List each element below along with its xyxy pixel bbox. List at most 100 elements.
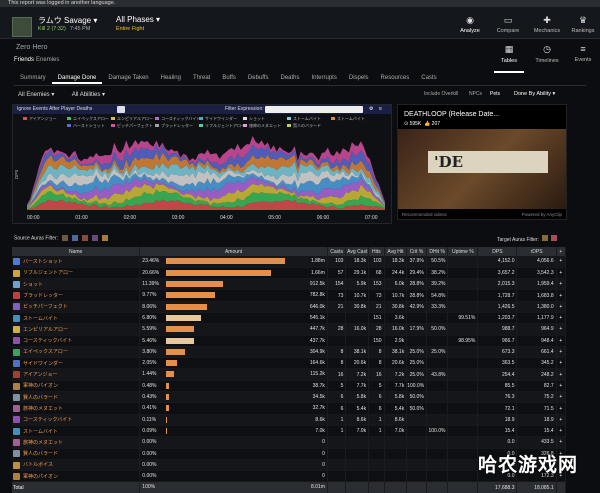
expand-plus[interactable]: +: [556, 335, 567, 347]
ability-name-cell[interactable]: ストームバイト: [12, 425, 141, 438]
table-row[interactable]: ショット 11.39% 912.5k 154 5.9k 153 6.0k 28.8% 39.2%…: [12, 278, 567, 291]
ability-name[interactable]: 旅神のメヌエット: [23, 440, 63, 446]
ability-name[interactable]: バーストショット: [23, 259, 63, 265]
ability-name[interactable]: ピッチパーフェクト: [23, 304, 68, 310]
ability-name-cell[interactable]: バトルボイス: [12, 459, 141, 472]
ability-name-cell[interactable]: エンピリアルアロー: [12, 323, 141, 336]
tab-3[interactable]: Healing: [155, 72, 187, 84]
phase-selector[interactable]: All Phases ▾: [116, 15, 160, 24]
ability-name[interactable]: アイアンジョー: [23, 372, 58, 378]
ability-name[interactable]: 軍神のパイオン: [23, 383, 58, 389]
ability-name-cell[interactable]: 旅神のメヌエット: [12, 436, 141, 449]
legend-item[interactable]: 旅神のメヌエット: [243, 123, 281, 129]
table-row[interactable]: バーストショット 23.46% 1.88m 103 18.3k 103 18.3k 37.9%…: [12, 256, 567, 268]
ability-name-cell[interactable]: 軍神のパイオン: [12, 380, 141, 393]
ability-name[interactable]: エンピリアルアロー: [23, 327, 68, 333]
ability-name[interactable]: ショット: [23, 282, 43, 288]
table-row[interactable]: コースティックバイト 0.11% 8.6k 1 8.6k 1 8.6k 18.9 18.9 +: [12, 414, 567, 426]
column-header[interactable]: Name: [12, 247, 141, 256]
ability-name-cell[interactable]: ピッチパーフェクト: [12, 301, 141, 313]
ability-name-cell[interactable]: コースティックバイト: [12, 414, 141, 426]
ability-name-cell[interactable]: 賢人のバラード: [12, 391, 141, 404]
expand-plus[interactable]: +: [556, 301, 567, 313]
tab-8[interactable]: Interrupts: [306, 72, 343, 84]
table-row[interactable]: 旅神のメヌエット 0.00% 0 0.0 433.5 +: [12, 436, 567, 449]
aura-icon[interactable]: [101, 235, 108, 241]
nav-mechanics[interactable]: ✚ Mechanics: [527, 15, 567, 34]
abilities-filter[interactable]: All Abilities ▾: [72, 92, 105, 98]
legend-item[interactable]: ショット: [243, 116, 265, 122]
tab-1[interactable]: Damage Done: [51, 72, 103, 84]
legend-item[interactable]: ストームバイト: [287, 116, 321, 122]
ability-name-cell[interactable]: サイドワインダー: [12, 357, 141, 370]
legend-item[interactable]: 賢人のバラード: [287, 123, 321, 129]
friends-tab[interactable]: Friends: [14, 57, 34, 63]
legend-item[interactable]: リフルジェントアロー: [199, 123, 245, 129]
source-auras-filter[interactable]: Source Auras Filter:: [14, 235, 108, 241]
ability-name-cell[interactable]: コースティックバイト: [12, 335, 141, 347]
column-header[interactable]: +: [556, 247, 567, 256]
column-header[interactable]: rDPS: [516, 247, 557, 256]
ability-name[interactable]: 軍神のパイオン: [23, 474, 58, 480]
ability-name[interactable]: サイドワインダー: [23, 361, 63, 367]
table-row[interactable]: ブラッドレッター 9.77% 782.8k 73 10.7k 73 10.7k 28.8% 54…: [12, 289, 567, 302]
tab-10[interactable]: Resources: [375, 72, 416, 84]
expand-plus[interactable]: +: [556, 312, 567, 325]
nav-compare[interactable]: ▭ Compare: [488, 15, 528, 34]
legend-item[interactable]: エンピリアルアロー: [111, 116, 153, 122]
legend-item[interactable]: バーストショット: [67, 123, 105, 129]
expand-plus[interactable]: +: [556, 414, 567, 426]
ability-name-cell[interactable]: ストームバイト: [12, 312, 141, 325]
aura-icon[interactable]: [550, 235, 557, 241]
view-timelines[interactable]: ◷ Timelines: [527, 44, 567, 64]
expand-plus[interactable]: +: [556, 380, 567, 393]
table-row[interactable]: サイドワインダー 2.05% 164.6k 8 20.6k 8 20.6k 25.0% 363.…: [12, 357, 567, 370]
ability-name-cell[interactable]: エイペックスアロー: [12, 346, 141, 359]
ability-name[interactable]: ストームバイト: [23, 429, 58, 435]
friends-enemies-toggle[interactable]: Friends Enemies: [14, 57, 59, 63]
tab-2[interactable]: Damage Taken: [102, 72, 154, 84]
nav-analyze[interactable]: ◉ Analyze: [450, 15, 490, 42]
column-header[interactable]: Avg Cast: [345, 247, 370, 256]
legend-item[interactable]: エイペックスアロー: [67, 116, 109, 122]
expand-plus[interactable]: +: [556, 289, 567, 302]
legend-item[interactable]: ピッチパーフェクト: [111, 123, 153, 129]
legend-item[interactable]: ブラッドレッター: [155, 123, 193, 129]
column-header[interactable]: DHit %: [426, 247, 449, 256]
gear-icon[interactable]: ⚙: [369, 105, 373, 114]
table-row[interactable]: ストームバイト 0.09% 7.0k 1 7.0k 1 7.0k 100.0% 15.4 15.4…: [12, 425, 567, 438]
ability-name-cell[interactable]: アイアンジョー: [12, 368, 141, 381]
column-header[interactable]: Avg Hit: [384, 247, 408, 256]
menu-icon[interactable]: ≡: [379, 105, 382, 114]
ability-name[interactable]: 賢人のバラード: [23, 451, 58, 457]
ignore-deaths-dropdown[interactable]: [117, 106, 125, 113]
fight-selector[interactable]: ラムウ Savage ▾: [38, 15, 97, 26]
expand-plus[interactable]: +: [556, 391, 567, 404]
expand-plus[interactable]: +: [556, 425, 567, 438]
table-row[interactable]: エイペックスアロー 3.80% 304.9k 8 38.1k 8 38.1k 25.0% 25.…: [12, 346, 567, 359]
ability-name[interactable]: ブラッドレッター: [23, 293, 63, 299]
pets-toggle[interactable]: Pets: [490, 91, 500, 97]
npcs-toggle[interactable]: NPCs: [469, 91, 482, 97]
aura-icon[interactable]: [61, 235, 68, 241]
expand-plus[interactable]: +: [556, 402, 567, 415]
table-row[interactable]: リフルジェントアロー 20.66% 1.66m 57 29.1k 68 24.4k 29.4%…: [12, 267, 567, 280]
table-row[interactable]: エンピリアルアロー 5.59% 447.7k 28 16.0k 28 16.0k 17.9% 5…: [12, 323, 567, 336]
ability-name[interactable]: コースティックバイト: [23, 338, 72, 344]
expand-plus[interactable]: +: [556, 357, 567, 370]
done-by-selector[interactable]: Done By Ability ▾: [514, 91, 555, 97]
aura-icon[interactable]: [71, 235, 78, 241]
expand-plus[interactable]: +: [556, 256, 567, 268]
nav-rankings[interactable]: ♛ Rankings: [563, 15, 600, 34]
filter-expression-input[interactable]: [265, 106, 363, 113]
tab-7[interactable]: Deaths: [274, 72, 305, 84]
view-events[interactable]: ≡ Events: [563, 44, 600, 63]
tab-4[interactable]: Threat: [187, 72, 216, 84]
tab-6[interactable]: Debuffs: [242, 72, 275, 84]
expand-plus[interactable]: +: [556, 267, 567, 280]
enemies-filter[interactable]: All Enemies ▾: [18, 92, 54, 98]
table-row[interactable]: アイアンジョー 1.44% 115.2k 16 7.2k 16 7.2k 25.0% 43.8%…: [12, 368, 567, 381]
include-overkill-toggle[interactable]: Include Overkill: [424, 91, 458, 97]
ability-name[interactable]: 旅神のメヌエット: [23, 406, 63, 412]
expand-plus[interactable]: +: [556, 346, 567, 359]
